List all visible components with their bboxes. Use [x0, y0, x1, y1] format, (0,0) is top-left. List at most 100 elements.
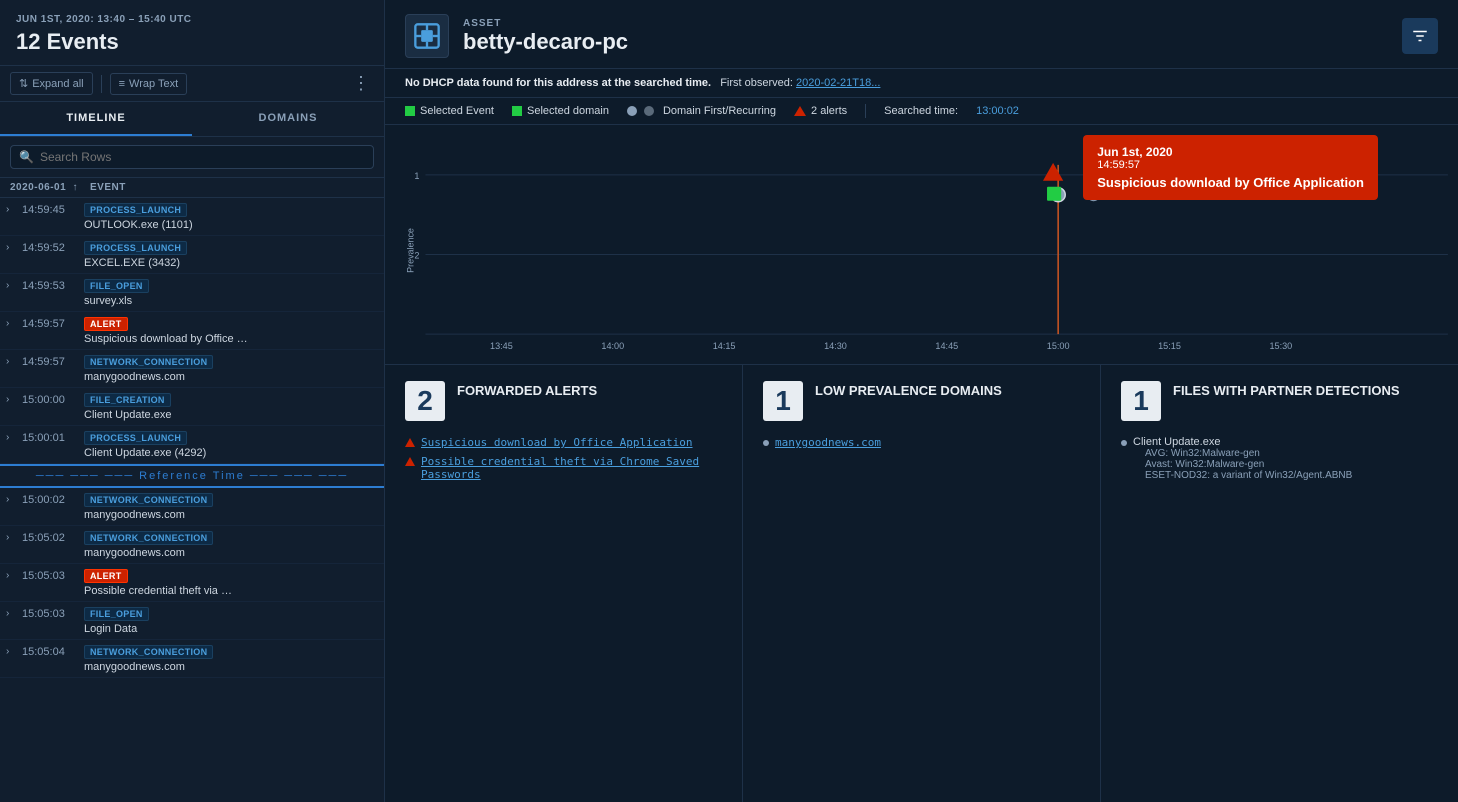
- event-content: NETWORK_CONNECTION manygoodnews.com: [84, 530, 378, 559]
- stat-item-content: manygoodnews.com: [775, 436, 881, 449]
- event-row[interactable]: › 15:05:03 ALERT Possible credential the…: [0, 564, 384, 602]
- expand-arrow-icon: ›: [6, 394, 22, 405]
- more-options-button[interactable]: ⋮: [348, 73, 374, 94]
- tab-timeline[interactable]: TIMELINE: [0, 102, 192, 136]
- legend-separator: [865, 104, 866, 118]
- event-content: NETWORK_CONNECTION manygoodnews.com: [84, 492, 378, 521]
- event-row[interactable]: › 15:05:02 NETWORK_CONNECTION manygoodne…: [0, 526, 384, 564]
- event-row[interactable]: › 14:59:57 NETWORK_CONNECTION manygoodne…: [0, 350, 384, 388]
- col-time-header: 2020-06-01 ↑: [10, 182, 90, 193]
- stat-title: FILES WITH PARTNER DETECTIONS: [1173, 381, 1400, 400]
- stat-title: FORWARDED ALERTS: [457, 381, 597, 400]
- wrap-text-button[interactable]: ≡ Wrap Text: [110, 73, 188, 95]
- selected-domain-label: Selected domain: [527, 105, 609, 117]
- event-row[interactable]: › 15:00:01 PROCESS_LAUNCH Client Update.…: [0, 426, 384, 464]
- col-event-header: EVENT: [90, 182, 374, 193]
- event-row[interactable]: › 14:59:52 PROCESS_LAUNCH EXCEL.EXE (343…: [0, 236, 384, 274]
- event-time: 14:59:52: [22, 242, 84, 254]
- event-type-badge: ALERT: [84, 317, 128, 331]
- expand-icon: ⇅: [19, 77, 28, 90]
- event-type-badge: ALERT: [84, 569, 128, 583]
- tab-domains[interactable]: DOMAINS: [192, 102, 384, 136]
- expand-all-button[interactable]: ⇅ Expand all: [10, 72, 93, 95]
- chart-tooltip: Jun 1st, 2020 14:59:57 Suspicious downlo…: [1083, 135, 1378, 200]
- selected-event-icon: [405, 106, 415, 116]
- filter-button[interactable]: [1402, 18, 1438, 54]
- event-row[interactable]: › 15:05:04 NETWORK_CONNECTION manygoodne…: [0, 640, 384, 678]
- expand-arrow-icon: ›: [6, 280, 22, 291]
- event-row[interactable]: › 15:00:02 NETWORK_CONNECTION manygoodne…: [0, 488, 384, 526]
- chart-area: Prevalence 1 2 13:45 14:00 14:15 14:30 1…: [385, 125, 1458, 365]
- expand-all-label: Expand all: [32, 78, 83, 90]
- selected-domain-icon: [512, 106, 522, 116]
- svg-text:1: 1: [414, 171, 419, 181]
- search-input[interactable]: [40, 150, 365, 164]
- event-type-badge: NETWORK_CONNECTION: [84, 493, 213, 507]
- stat-link[interactable]: manygoodnews.com: [775, 436, 881, 449]
- stat-link[interactable]: Possible credential theft via Chrome Sav…: [421, 455, 699, 481]
- event-content: NETWORK_CONNECTION manygoodnews.com: [84, 644, 378, 673]
- event-time: 15:00:00: [22, 394, 84, 406]
- event-desc: manygoodnews.com: [84, 547, 304, 559]
- event-content: FILE_CREATION Client Update.exe: [84, 392, 378, 421]
- event-time: 14:59:53: [22, 280, 84, 292]
- bullet-dot: [763, 440, 769, 446]
- legend-bar: Selected Event Selected domain Domain Fi…: [385, 98, 1458, 125]
- expand-arrow-icon: ›: [6, 242, 22, 253]
- event-desc: Login Data: [84, 623, 304, 635]
- event-row[interactable]: › 14:59:45 PROCESS_LAUNCH OUTLOOK.exe (1…: [0, 198, 384, 236]
- first-observed-date[interactable]: 2020-02-21T18...: [796, 77, 880, 89]
- ref-line-dashes: ─── ─── ─── Reference Time ─── ─── ───: [10, 470, 374, 482]
- stat-list: manygoodnews.com: [763, 433, 1080, 452]
- right-panel: ASSET betty-decaro-pc No DHCP data found…: [385, 0, 1458, 802]
- legend-alerts: 2 alerts: [794, 105, 847, 117]
- first-observed-prefix: First observed:: [720, 77, 793, 89]
- wrap-text-label: Wrap Text: [129, 78, 178, 90]
- dhcp-notice: No DHCP data found for this address at t…: [405, 77, 711, 89]
- svg-text:13:45: 13:45: [490, 341, 513, 351]
- event-row[interactable]: › 14:59:53 FILE_OPEN survey.xls: [0, 274, 384, 312]
- event-time: 15:00:01: [22, 432, 84, 444]
- event-type-badge: FILE_OPEN: [84, 279, 149, 293]
- events-count: 12 Events: [16, 29, 368, 55]
- stat-subitem: Avast: Win32:Malware-gen: [1145, 459, 1352, 470]
- searched-time-value[interactable]: 13:00:02: [976, 105, 1019, 117]
- svg-text:14:15: 14:15: [713, 341, 736, 351]
- stat-number: 1: [763, 381, 803, 421]
- stat-header: 1 LOW PREVALENCE DOMAINS: [763, 381, 1080, 421]
- event-content: FILE_OPEN survey.xls: [84, 278, 378, 307]
- expand-arrow-icon: ›: [6, 356, 22, 367]
- searched-time-prefix: Searched time:: [884, 105, 958, 117]
- column-headers: 2020-06-01 ↑ EVENT: [0, 178, 384, 198]
- event-row[interactable]: › 15:00:00 FILE_CREATION Client Update.e…: [0, 388, 384, 426]
- asset-icon: [405, 14, 449, 58]
- event-type-badge: NETWORK_CONNECTION: [84, 531, 213, 545]
- event-time: 15:05:04: [22, 646, 84, 658]
- expand-arrow-icon: ›: [6, 432, 22, 443]
- event-time: 14:59:57: [22, 356, 84, 368]
- wrap-icon: ≡: [119, 78, 125, 90]
- date-range: JUN 1ST, 2020: 13:40 – 15:40 UTC: [16, 14, 368, 25]
- event-type-badge: NETWORK_CONNECTION: [84, 355, 213, 369]
- event-type-badge: FILE_CREATION: [84, 393, 171, 407]
- event-row[interactable]: › 15:05:03 FILE_OPEN Login Data: [0, 602, 384, 640]
- stat-number: 1: [1121, 381, 1161, 421]
- event-type-badge: FILE_OPEN: [84, 607, 149, 621]
- stat-list: Suspicious download by Office Applicatio…: [405, 433, 722, 484]
- stat-card-1: 1 LOW PREVALENCE DOMAINS manygoodnews.co…: [743, 365, 1101, 802]
- event-row[interactable]: › 14:59:57 ALERT Suspicious download by …: [0, 312, 384, 350]
- event-time: 15:05:02: [22, 532, 84, 544]
- domain-first-icon: [627, 106, 637, 116]
- stat-subitem: AVG: Win32:Malware-gen: [1145, 448, 1352, 459]
- svg-text:15:15: 15:15: [1158, 341, 1181, 351]
- event-content: PROCESS_LAUNCH EXCEL.EXE (3432): [84, 240, 378, 269]
- svg-text:14:45: 14:45: [935, 341, 958, 351]
- left-header: JUN 1ST, 2020: 13:40 – 15:40 UTC 12 Even…: [0, 0, 384, 66]
- expand-arrow-icon: ›: [6, 570, 22, 581]
- stat-number: 2: [405, 381, 445, 421]
- stat-link[interactable]: Suspicious download by Office Applicatio…: [421, 436, 693, 449]
- expand-arrow-icon: ›: [6, 494, 22, 505]
- legend-selected-domain: Selected domain: [512, 105, 609, 117]
- svg-text:15:30: 15:30: [1269, 341, 1292, 351]
- event-desc: Possible credential theft via …: [84, 585, 304, 597]
